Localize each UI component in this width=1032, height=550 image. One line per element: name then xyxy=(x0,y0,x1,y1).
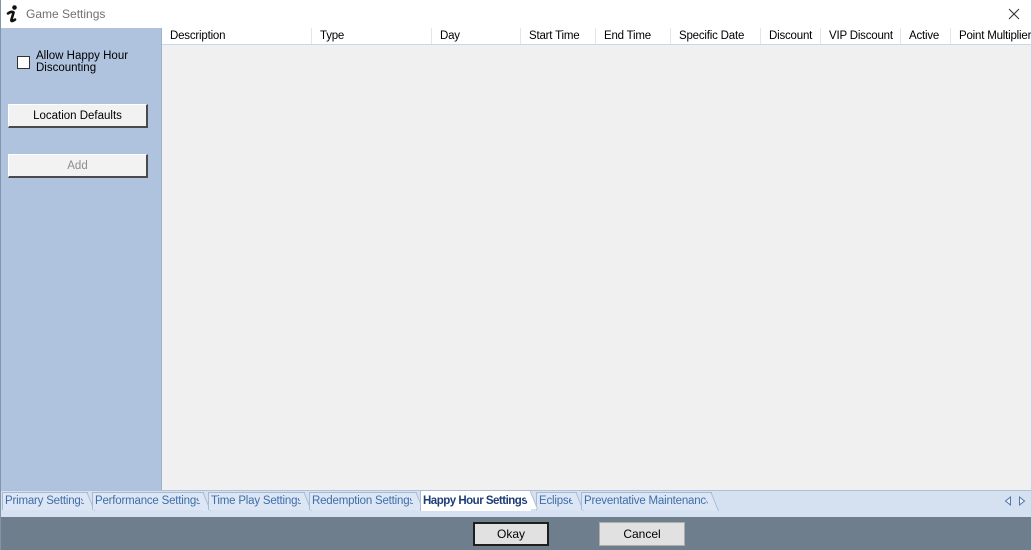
column-header-start-time[interactable]: Start Time xyxy=(521,28,596,44)
tab-label: Primary Settings xyxy=(5,495,87,507)
column-header-specific-date[interactable]: Specific Date xyxy=(671,28,761,44)
tab-label: Happy Hour Settings xyxy=(423,495,528,507)
allow-happy-hour-checkbox[interactable] xyxy=(17,56,30,69)
tab-label: Preventative Maintenance xyxy=(584,495,713,507)
dialog-footer: Okay Cancel xyxy=(1,517,1031,550)
column-header-vip-discount[interactable]: VIP Discount xyxy=(821,28,901,44)
column-header-end-time[interactable]: End Time xyxy=(596,28,671,44)
column-header-active[interactable]: Active xyxy=(901,28,951,44)
happy-hour-grid[interactable]: Description Type Day Start Time End Time… xyxy=(162,28,1031,490)
column-header-discount[interactable]: Discount xyxy=(761,28,821,44)
tab-redemption-settings[interactable]: Redemption Settings xyxy=(309,492,417,510)
tab-happy-hour-settings[interactable]: Happy Hour Settings xyxy=(420,490,531,511)
tab-label: Time Play Settings xyxy=(211,495,303,507)
cancel-button[interactable]: Cancel xyxy=(599,522,685,546)
chevron-left-icon xyxy=(1004,496,1011,506)
settings-tab-strip: Primary Settings Performance Settings Ti… xyxy=(1,490,1031,517)
column-header-day[interactable]: Day xyxy=(432,28,521,44)
title-bar: Game Settings xyxy=(1,0,1031,28)
tab-preventative-maintenance[interactable]: Preventative Maintenance xyxy=(581,492,712,510)
column-header-point-multiplier[interactable]: Point Multiplier xyxy=(951,28,1031,44)
allow-happy-hour-label[interactable]: Allow Happy Hour Discounting xyxy=(36,50,136,74)
tab-scroll-right-button[interactable] xyxy=(1017,495,1027,507)
tab-scroll-left-button[interactable] xyxy=(1003,495,1013,507)
add-button[interactable]: Add xyxy=(8,154,148,178)
grid-header: Description Type Day Start Time End Time… xyxy=(162,28,1031,45)
happy-hour-options-panel: Allow Happy Hour Discounting Location De… xyxy=(1,28,162,490)
tab-label: Eclipse xyxy=(539,495,575,507)
location-defaults-button[interactable]: Location Defaults xyxy=(8,104,148,128)
column-header-type[interactable]: Type xyxy=(312,28,432,44)
tab-primary-settings[interactable]: Primary Settings xyxy=(2,492,88,510)
close-icon xyxy=(1008,8,1020,20)
okay-button[interactable]: Okay xyxy=(473,522,549,546)
tab-eclipse[interactable]: Eclipse xyxy=(536,492,577,510)
column-header-description[interactable]: Description xyxy=(162,28,312,44)
tab-performance-settings[interactable]: Performance Settings xyxy=(92,492,204,510)
tab-label: Performance Settings xyxy=(95,495,202,507)
tab-label: Redemption Settings xyxy=(312,495,415,507)
chevron-right-icon xyxy=(1019,496,1026,506)
close-button[interactable] xyxy=(1003,4,1025,24)
tab-time-play-settings[interactable]: Time Play Settings xyxy=(208,492,305,510)
window-title: Game Settings xyxy=(26,7,106,21)
game-settings-window: Game Settings Allow Happy Hour Discounti… xyxy=(0,0,1032,550)
info-i-icon xyxy=(4,4,21,24)
